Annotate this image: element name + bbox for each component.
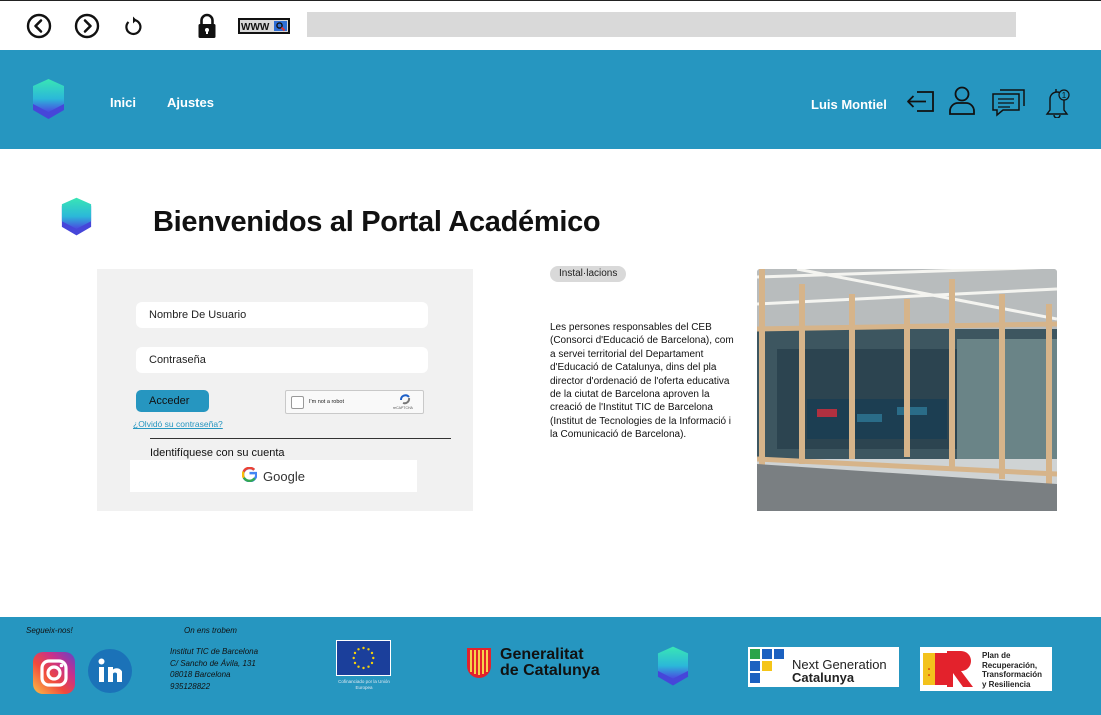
next-generation-logo: Next Generation Catalunya xyxy=(748,647,899,687)
messages-icon[interactable] xyxy=(991,84,1025,118)
captcha-checkbox[interactable] xyxy=(291,396,304,409)
generalitat-text: Generalitat de Catalunya xyxy=(500,647,600,679)
plan-line: y Resiliencia xyxy=(982,679,1031,689)
follow-label: Segueix-nos! xyxy=(26,626,73,635)
eu-caption: Cofinanciado por la Unión Europea xyxy=(338,679,390,690)
www-icon: WWW xyxy=(238,13,290,39)
generalitat-line-1: Generalitat xyxy=(500,646,584,663)
user-name[interactable]: Luis Montiel xyxy=(811,97,887,112)
lock-icon xyxy=(194,13,220,39)
find-us-label: On ens trobem xyxy=(184,626,237,635)
back-arrow-circle-icon[interactable] xyxy=(26,13,52,39)
notification-bell-icon[interactable]: 1 xyxy=(1040,84,1074,119)
page-title: Bienvenidos al Portal Académico xyxy=(153,206,601,238)
login-card: Nombre De Usuario Contraseña Acceder I'm… xyxy=(97,269,473,511)
logo-icon[interactable] xyxy=(31,78,66,127)
recovery-plan-logo: Plan de Recuperación, Transformación y R… xyxy=(920,647,1052,691)
captcha-label: I'm not a robot xyxy=(309,399,344,405)
profile-icon[interactable] xyxy=(945,84,979,118)
address-line: 08018 Barcelona xyxy=(170,670,231,680)
divider xyxy=(150,438,451,439)
nav-ajustes[interactable]: Ajustes xyxy=(167,95,214,110)
login-button[interactable]: Acceder xyxy=(136,390,209,412)
logout-icon[interactable] xyxy=(904,84,938,118)
site-footer: Segueix-nos! On ens trobem Institut TIC … xyxy=(0,617,1101,715)
google-label: Google xyxy=(263,468,305,484)
browser-toolbar: WWW xyxy=(0,0,1101,50)
address-line: Institut TIC de Barcelona xyxy=(170,647,259,656)
site-header: Inici Ajustes Luis Montiel 1 xyxy=(0,50,1101,149)
google-icon xyxy=(241,466,258,485)
linkedin-icon[interactable] xyxy=(88,649,132,698)
notification-count: 1 xyxy=(1062,91,1067,100)
captcha-brand: reCAPTCHA xyxy=(393,406,413,410)
address-block: Institut TIC de Barcelona C/ Sancho de Á… xyxy=(170,646,258,692)
plan-line: Transformación xyxy=(982,670,1043,679)
recaptcha-widget[interactable]: I'm not a robot reCAPTCHA xyxy=(285,390,424,414)
eu-flag-logo xyxy=(336,640,391,676)
recovery-plan-text: Plan de Recuperación, Transformación y R… xyxy=(982,651,1042,689)
installations-tag[interactable]: Instal·lacions xyxy=(550,266,627,282)
plan-line: Recuperación, xyxy=(982,660,1038,670)
forgot-password-link[interactable]: ¿Olvidó su contraseña? xyxy=(133,419,223,429)
nav-inici[interactable]: Inici xyxy=(110,95,136,110)
forward-arrow-circle-icon[interactable] xyxy=(74,13,100,39)
installations-photo xyxy=(757,269,1057,511)
nextgen-line-2: Catalunya xyxy=(792,670,855,685)
reload-icon[interactable] xyxy=(120,13,146,39)
url-bar[interactable] xyxy=(307,12,1016,37)
username-field[interactable]: Nombre De Usuario xyxy=(136,302,428,328)
footer-logo-icon xyxy=(656,645,690,694)
phone-number: 935128822 xyxy=(170,681,211,691)
identify-label: Identifíquese con su cuenta xyxy=(150,447,285,459)
title-logo-icon xyxy=(60,196,93,244)
password-field[interactable]: Contraseña xyxy=(136,347,428,373)
description-text: Les persones responsables del CEB (Conso… xyxy=(550,322,734,441)
generalitat-line-2: de Catalunya xyxy=(500,662,600,679)
generalitat-logo-icon xyxy=(465,646,493,683)
plan-line: Plan de xyxy=(982,651,1011,660)
www-label: WWW xyxy=(241,22,270,33)
address-line: C/ Sancho de Ávila, 131 xyxy=(170,658,256,668)
instagram-icon[interactable] xyxy=(33,652,75,699)
google-signin-button[interactable]: Google xyxy=(130,460,417,492)
